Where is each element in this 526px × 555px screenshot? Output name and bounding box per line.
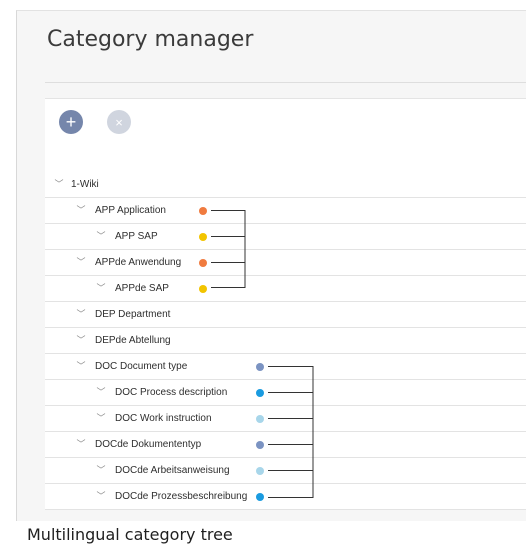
- tree-row-label: APPde Anwendung: [95, 257, 182, 268]
- tree-row-app-application[interactable]: ﹀ APP Application: [45, 198, 526, 224]
- category-color-dot: [256, 389, 264, 397]
- tree-row-depde-abtellung[interactable]: ﹀ DEPde Abtellung: [45, 328, 526, 354]
- close-icon: ×: [115, 114, 123, 130]
- image-caption: Multilingual category tree: [27, 525, 233, 544]
- tree-row-appde-sap[interactable]: ﹀ APPde SAP: [45, 276, 526, 302]
- add-category-button[interactable]: +: [59, 110, 83, 134]
- category-color-dot: [199, 285, 207, 293]
- tree-row-1-wiki[interactable]: ﹀ 1-Wiki: [45, 172, 526, 198]
- chevron-down-icon[interactable]: ﹀: [95, 380, 107, 405]
- category-manager-panel: Category manager + × ﹀ 1-Wiki ﹀ APP Appl…: [16, 10, 526, 521]
- category-color-dot: [199, 207, 207, 215]
- tree-row-label: DOCde Prozessbeschreibung: [115, 491, 248, 502]
- tree-row-label: APP Application: [95, 205, 166, 216]
- tree-row-label: APPde SAP: [115, 283, 169, 294]
- chevron-down-icon[interactable]: ﹀: [95, 224, 107, 249]
- chevron-down-icon[interactable]: ﹀: [75, 302, 87, 327]
- cancel-button[interactable]: ×: [107, 110, 131, 134]
- tree-row-doc-document-type[interactable]: ﹀ DOC Document type: [45, 354, 526, 380]
- tree-row-doc-work-instruction[interactable]: ﹀ DOC Work instruction: [45, 406, 526, 432]
- tree-row-label: 1-Wiki: [71, 179, 99, 190]
- tree-row-label: APP SAP: [115, 231, 158, 242]
- chevron-down-icon[interactable]: ﹀: [75, 328, 87, 353]
- category-color-dot: [256, 415, 264, 423]
- category-color-dot: [199, 233, 207, 241]
- title-divider: [45, 82, 526, 83]
- category-color-dot: [256, 467, 264, 475]
- chevron-down-icon[interactable]: ﹀: [95, 458, 107, 483]
- category-color-dot: [199, 259, 207, 267]
- category-color-dot: [256, 363, 264, 371]
- tree-row-label: DOC Document type: [95, 361, 188, 372]
- plus-icon: +: [65, 112, 77, 132]
- tree-row-docde-arbeitsanweisung[interactable]: ﹀ DOCde Arbeitsanweisung: [45, 458, 526, 484]
- page-title: Category manager: [47, 27, 254, 52]
- tree-row-label: DOCde Arbeitsanweisung: [115, 465, 230, 476]
- category-color-dot: [256, 441, 264, 449]
- chevron-down-icon[interactable]: ﹀: [95, 484, 107, 509]
- chevron-down-icon[interactable]: ﹀: [75, 198, 87, 223]
- tree-row-label: DEP Department: [95, 309, 171, 320]
- tree-row-docde-prozessbeschreibung[interactable]: ﹀ DOCde Prozessbeschreibung: [45, 484, 526, 510]
- tree-row-label: DOC Process description: [115, 387, 228, 398]
- toolbar: + ×: [45, 98, 526, 173]
- chevron-down-icon[interactable]: ﹀: [53, 172, 65, 197]
- tree-row-label: DOC Work instruction: [115, 413, 212, 424]
- chevron-down-icon[interactable]: ﹀: [75, 354, 87, 379]
- chevron-down-icon[interactable]: ﹀: [95, 276, 107, 301]
- tree-row-app-sap[interactable]: ﹀ APP SAP: [45, 224, 526, 250]
- tree-row-label: DOCde Dokumententyp: [95, 439, 202, 450]
- chevron-down-icon[interactable]: ﹀: [95, 406, 107, 431]
- tree-row-docde-dokumententyp[interactable]: ﹀ DOCde Dokumententyp: [45, 432, 526, 458]
- chevron-down-icon[interactable]: ﹀: [75, 432, 87, 457]
- chevron-down-icon[interactable]: ﹀: [75, 250, 87, 275]
- tree-row-doc-process-description[interactable]: ﹀ DOC Process description: [45, 380, 526, 406]
- category-tree: ﹀ 1-Wiki ﹀ APP Application ﹀ APP SAP ﹀ A…: [45, 172, 526, 510]
- tree-row-label: DEPde Abtellung: [95, 335, 171, 346]
- category-color-dot: [256, 493, 264, 501]
- tree-row-appde-anwendung[interactable]: ﹀ APPde Anwendung: [45, 250, 526, 276]
- tree-row-dep-department[interactable]: ﹀ DEP Department: [45, 302, 526, 328]
